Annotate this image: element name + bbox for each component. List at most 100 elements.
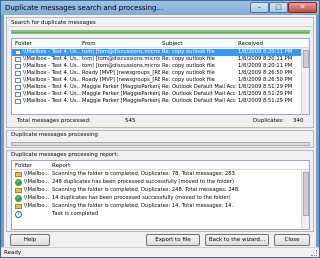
table-row[interactable]: \\Mailbox - Test 4. Us... Maggie Parker [… xyxy=(12,91,309,98)
resize-grip[interactable] xyxy=(311,250,317,256)
back-to-wizard-button[interactable]: Back to the wizard... xyxy=(205,234,269,246)
cell-report: Scanning the folder is completed. Duplic… xyxy=(52,203,234,209)
cell-folder: \\Mailbo... xyxy=(24,171,50,177)
cell-received: 1/8/2009 8:26:50 PM xyxy=(238,70,293,76)
mail-message-icon xyxy=(15,92,21,97)
mail-message-icon xyxy=(15,50,21,55)
cell-received: 1/8/2009 8:51:29 PM xyxy=(238,91,293,97)
table-row[interactable]: \\Mailbox - Test 4. Us... Roady [MVP] [ne… xyxy=(12,70,309,77)
mail-message-icon xyxy=(15,71,21,76)
report-table: Folder Report \\Mailbo... Scanning the fo… xyxy=(11,160,310,230)
report-scrollbar[interactable] xyxy=(301,170,309,229)
cell-from: tom| [tom@discussions.micros... xyxy=(82,49,160,55)
cell-from: Maggie Parker [MaggieParker@... xyxy=(82,84,160,90)
title-bar[interactable]: Duplicate messages search and processing… xyxy=(1,1,319,15)
info-icon: i xyxy=(15,211,22,218)
table-row[interactable]: \\Mailbox - Test 4. Us... Maggie Parker [… xyxy=(12,98,309,105)
cell-received: 1/8/2009 8:51:29 PM xyxy=(238,98,293,104)
window-title: Duplicate messages search and processing… xyxy=(5,4,164,12)
mail-message-icon xyxy=(15,85,21,90)
cell-subject: Re: copy outlook file xyxy=(162,49,215,55)
table-row[interactable]: \\Mailbox - Test 4. Us... tom| [tom@discu… xyxy=(12,56,309,63)
cell-subject: Re: Outlook Default Mail Acc... xyxy=(162,84,236,90)
cell-subject: Re: copy outlook file xyxy=(162,70,215,76)
folder-icon xyxy=(15,188,22,193)
report-row[interactable]: \\Mailbo... Scanning the folder is comple… xyxy=(12,203,309,211)
table-row[interactable]: \\Mailbox - Test 4. Us... Maggie Parker [… xyxy=(12,84,309,91)
cell-folder: \\Mailbox - Test 4. Us... xyxy=(23,63,80,69)
cell-folder: \\Mailbox - Test 4. Us... xyxy=(23,70,80,76)
cell-report: 14 duplicates has been processed success… xyxy=(52,195,231,201)
processing-progress-bar xyxy=(11,142,310,146)
folder-icon xyxy=(15,172,22,177)
cell-from: Maggie Parker [MaggieParker@... xyxy=(82,91,160,97)
cell-folder: \\Mailbo... xyxy=(24,195,50,201)
col-report[interactable]: Report xyxy=(52,163,70,169)
cell-folder: \\Mailbox - Test 4. Us... xyxy=(23,77,80,83)
duplicates-scrollbar[interactable] xyxy=(301,48,309,114)
cell-report: 248 duplicates has been processed succes… xyxy=(52,179,234,185)
search-panel: Search for duplicate messages Folder Fro… xyxy=(6,17,314,128)
report-row[interactable]: i Task is completed xyxy=(12,211,309,219)
cell-from: tom| [tom@discussions.micros... xyxy=(82,63,160,69)
cell-received: 1/8/2009 8:20:11 PM xyxy=(238,56,293,62)
cell-folder: \\Mailbo... xyxy=(24,179,50,185)
mail-message-icon xyxy=(15,64,21,69)
cell-folder: \\Mailbox - Test 4. Us... xyxy=(23,98,80,104)
table-row[interactable]: \\Mailbox - Test 4. Us... tom| [tom@discu… xyxy=(12,63,309,70)
processing-panel-title: Duplicate messages processing xyxy=(11,132,98,138)
cell-report: Task is completed xyxy=(52,211,99,217)
report-row[interactable]: ✓ \\Mailbo... 248 duplicates has been proc… xyxy=(12,179,309,187)
cell-from: Roady [MVP] [newsgroups_[RE... xyxy=(82,70,160,76)
mail-message-icon xyxy=(15,78,21,83)
report-panel-title: Duplicate messages processing report: xyxy=(11,152,119,158)
cell-from: Roady [MVP] [newsgroups_[RE... xyxy=(82,77,160,83)
processing-panel: Duplicate messages processing xyxy=(6,130,314,148)
col-report-folder[interactable]: Folder xyxy=(15,163,32,169)
duplicates-table: Folder From Subject Received \\Mailbox -… xyxy=(11,38,310,115)
help-button[interactable]: Help xyxy=(10,234,50,246)
close-button[interactable]: Close xyxy=(274,234,310,246)
report-row[interactable]: ✓ \\Mailbo... 14 duplicates has been proce… xyxy=(12,195,309,203)
cell-folder: \\Mailbo... xyxy=(24,203,50,209)
export-to-file-button[interactable]: Export to file xyxy=(146,234,200,246)
report-row[interactable]: \\Mailbo... Scanning the folder is comple… xyxy=(12,171,309,179)
table-row[interactable]: \\Mailbox - Test 4. Us... Roady [MVP] [ne… xyxy=(12,77,309,84)
cell-folder: \\Mailbox - Test 4. Us... xyxy=(23,49,80,55)
cell-from: Maggie Parker [MaggieParker@... xyxy=(82,98,160,104)
search-panel-header: Search for duplicate messages xyxy=(7,18,313,27)
col-folder[interactable]: Folder xyxy=(15,41,32,47)
duplicates-scroll-thumb[interactable] xyxy=(303,50,309,68)
col-subject[interactable]: Subject xyxy=(162,41,183,47)
table-row[interactable]: \\Mailbox - Test 4. Us... tom| [tom@discu… xyxy=(12,49,309,56)
cell-subject: Re: copy outlook file xyxy=(162,77,215,83)
search-progress-bar xyxy=(11,30,310,34)
cell-report: Scanning the folder is completed. Duplic… xyxy=(52,171,237,177)
cell-subject: Re: copy outlook file xyxy=(162,63,215,69)
cell-received: 1/8/2009 8:51:29 PM xyxy=(238,84,293,90)
cell-folder: \\Mailbox - Test 4. Us... xyxy=(23,91,80,97)
col-from[interactable]: From xyxy=(82,41,96,47)
cell-received: 1/8/2009 8:26:50 PM xyxy=(238,77,293,83)
report-table-header: Folder Report xyxy=(12,161,309,170)
search-panel-title: Search for duplicate messages xyxy=(11,20,96,26)
search-progress-fill xyxy=(12,31,309,33)
cell-folder: \\Mailbox - Test 4. Us... xyxy=(23,84,80,90)
cell-subject: Re: copy outlook file xyxy=(162,56,215,62)
col-received[interactable]: Received xyxy=(238,41,263,47)
report-panel: Duplicate messages processing report: Fo… xyxy=(6,150,314,232)
duplicates-value: 340 xyxy=(293,118,304,124)
maximize-button[interactable]: □ xyxy=(269,2,288,13)
total-processed-label: Total messages processed: xyxy=(17,118,91,124)
mail-message-icon xyxy=(15,57,21,62)
check-icon: ✓ xyxy=(15,195,22,202)
report-row[interactable]: \\Mailbo... Scanning the folder is comple… xyxy=(12,187,309,195)
minimize-button[interactable]: – xyxy=(250,2,269,13)
cell-report: Scanning the folder is completed. Duplic… xyxy=(52,187,240,193)
status-text: Ready xyxy=(4,250,22,256)
dialog-client: Search for duplicate messages Folder Fro… xyxy=(4,15,316,249)
report-scroll-thumb[interactable] xyxy=(303,172,309,216)
mail-message-icon xyxy=(15,99,21,104)
duplicates-label: Duplicates: xyxy=(253,118,284,124)
close-window-button[interactable]: ✕ xyxy=(288,2,317,13)
